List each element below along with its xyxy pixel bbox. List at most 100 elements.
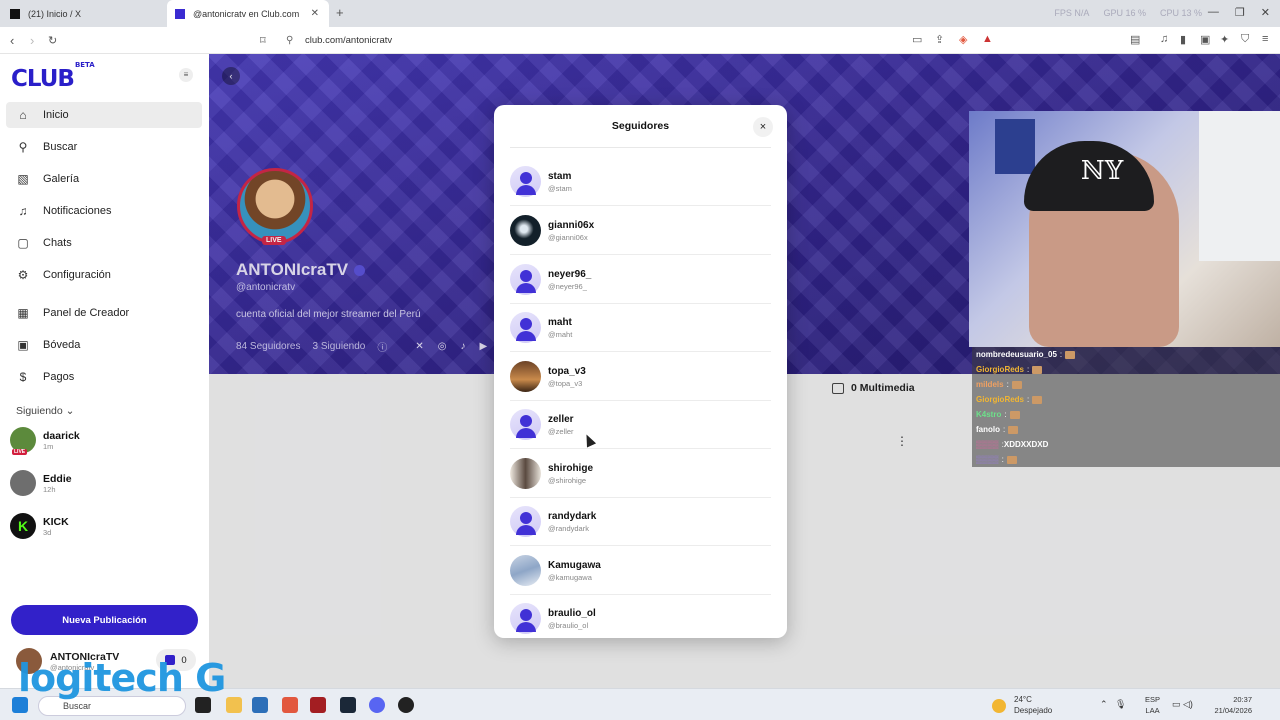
follower-name: gianni06x	[548, 219, 595, 231]
obs-icon[interactable]	[398, 697, 414, 713]
language-indicator[interactable]: ESP LAA	[1145, 694, 1160, 716]
back-icon[interactable]: ‹	[10, 33, 14, 48]
lang-code: ESP	[1145, 695, 1161, 704]
tab-label: (21) Inicio / X	[28, 8, 82, 19]
cast-icon[interactable]: ▭	[912, 33, 922, 46]
sidebar-item-label: Notificaciones	[43, 205, 112, 217]
discord-icon[interactable]	[369, 697, 385, 713]
list-item[interactable]: braulio_ol @braulio_ol	[510, 595, 771, 638]
sidebar-icon[interactable]: ▤	[1130, 33, 1140, 46]
chat-user: nombredeusuario_05	[976, 350, 1057, 359]
explorer-icon[interactable]	[226, 697, 242, 713]
clock[interactable]: 20:37 21/04/2026	[1206, 694, 1252, 716]
chat-line: K4stro:	[972, 407, 1280, 422]
weather-temp: 24°C	[1014, 695, 1032, 704]
url-field[interactable]: ⚲ club.com/antonicratv	[280, 31, 1000, 50]
chat-user: ▒▒▒▒	[976, 455, 999, 464]
follower-handle: @shirohige	[548, 475, 587, 485]
forward-icon[interactable]: ›	[30, 33, 34, 48]
emote-icon	[1006, 455, 1017, 464]
close-tab-icon[interactable]: ✕	[311, 8, 319, 19]
chat-icon: ▢	[17, 236, 29, 250]
default-avatar-icon	[510, 506, 541, 537]
steam-icon[interactable]	[340, 697, 356, 713]
voicemod-icon[interactable]	[310, 697, 326, 713]
leo-icon[interactable]: ✦	[1220, 33, 1229, 46]
brave-rewards-icon[interactable]: ▲	[982, 33, 993, 45]
list-item[interactable]: shirohige @shirohige	[510, 450, 771, 498]
bell-icon: ♫	[18, 204, 28, 218]
tab-x[interactable]: (21) Inicio / X	[6, 0, 166, 27]
vault-icon: ▣	[17, 338, 29, 352]
chat-user: GiorgioReds	[976, 365, 1025, 374]
chat-line: fanolo:	[972, 422, 1280, 437]
divider	[510, 147, 771, 148]
follower-name: stam	[548, 170, 572, 182]
club-logo[interactable]: CLUBBETA	[11, 61, 95, 92]
list-item[interactable]: gianni06x @gianni06x	[510, 207, 771, 255]
brave-shield-icon[interactable]: ◈	[959, 33, 967, 46]
sidebar-item-notificaciones[interactable]: ♫ Notificaciones	[6, 198, 202, 224]
following-item[interactable]: LIVE daarick 1m	[10, 427, 200, 455]
share-icon[interactable]: ⇪	[935, 33, 944, 46]
close-window-icon[interactable]: ✕	[1261, 6, 1270, 19]
avatar	[510, 555, 541, 586]
sidebar-item-boveda[interactable]: ▣ Bóveda	[6, 332, 202, 358]
list-item[interactable]: Kamugawa @kamugawa	[510, 547, 771, 595]
list-item[interactable]: zeller @zeller	[510, 401, 771, 449]
sidebar-item-configuracion[interactable]: ⚙ Configuración	[6, 262, 202, 288]
music-icon[interactable]: ♫	[1160, 33, 1168, 45]
sidebar-item-galeria[interactable]: ▧ Galería	[6, 166, 202, 192]
list-item[interactable]: topa_v3 @topa_v3	[510, 353, 771, 401]
sidebar-item-panel[interactable]: ▦ Panel de Creador	[6, 300, 202, 326]
follower-handle: @stam	[548, 183, 572, 193]
sidebar-item-inicio[interactable]: ⌂ Inicio	[6, 102, 202, 128]
sidebar-item-label: Galería	[43, 173, 80, 185]
list-item[interactable]: neyer96_ @neyer96_	[510, 256, 771, 304]
system-tray[interactable]: ⌃ 🎙	[1100, 699, 1126, 710]
gallery-icon: ▧	[17, 172, 29, 186]
date: 21/04/2026	[1214, 706, 1252, 715]
sidebar-item-buscar[interactable]: ⚲ Buscar	[6, 134, 202, 160]
grid-icon: ▦	[17, 306, 29, 320]
store-icon[interactable]	[252, 697, 268, 713]
chat-line: ▒▒▒▒:	[972, 452, 1280, 467]
chat-message: XDDXXDXD	[1003, 440, 1049, 449]
chat-user: fanolo	[976, 425, 1000, 434]
new-post-button[interactable]: Nueva Publicación	[11, 605, 198, 635]
following-item[interactable]: Eddie 12h	[10, 470, 200, 496]
sidebar-item-label: Configuración	[43, 269, 111, 281]
list-item[interactable]: randydark @randydark	[510, 498, 771, 546]
sidebar-item-pagos[interactable]: $ Pagos	[6, 364, 202, 390]
sidebar-item-label: Pagos	[43, 371, 75, 383]
site-info-icon[interactable]: ⚲	[286, 35, 293, 46]
following-header[interactable]: Siguiendo ⌄	[16, 405, 74, 417]
chevron-down-icon: ⌄	[65, 405, 75, 417]
new-tab-button[interactable]: +	[336, 5, 344, 20]
follower-handle: @kamugawa	[548, 572, 592, 582]
reader-icon[interactable]: ▮	[1180, 33, 1186, 46]
brave-icon[interactable]	[282, 697, 298, 713]
sidebar-item-chats[interactable]: ▢ Chats	[6, 230, 202, 256]
follower-handle: @zeller	[548, 426, 574, 436]
address-bar: ‹ › ↻ ⌑ ⚲ club.com/antonicratv ▭ ⇪ ◈ ▲ ▤ …	[0, 27, 1280, 54]
bookmark-icon[interactable]: ⌑	[260, 34, 266, 47]
list-item[interactable]: maht @maht	[510, 304, 771, 352]
restore-icon[interactable]: ❐	[1235, 6, 1245, 19]
list-item[interactable]: stam @stam	[510, 158, 771, 206]
vpn-icon[interactable]: ⛉	[1241, 33, 1249, 46]
network-volume-icon[interactable]: ▭ ◁)	[1172, 699, 1193, 710]
default-avatar-icon	[510, 603, 541, 634]
following-item[interactable]: K KICK 3d	[10, 513, 200, 539]
follower-handle: @topa_v3	[548, 378, 583, 388]
menu-icon[interactable]: ≡	[1262, 33, 1268, 45]
avatar: LIVE	[10, 427, 36, 455]
close-icon[interactable]: ×	[753, 117, 773, 137]
reload-icon[interactable]: ↻	[48, 34, 57, 47]
following-name: KICK	[43, 515, 69, 528]
tab-club[interactable]: @antonicratv en Club.com ✕	[167, 0, 329, 27]
collapse-menu-icon[interactable]: ≡	[179, 68, 193, 82]
minimize-icon[interactable]: —	[1208, 6, 1219, 19]
sidebar-item-label: Chats	[43, 237, 72, 249]
wallet-icon[interactable]: ▣	[1200, 33, 1210, 46]
